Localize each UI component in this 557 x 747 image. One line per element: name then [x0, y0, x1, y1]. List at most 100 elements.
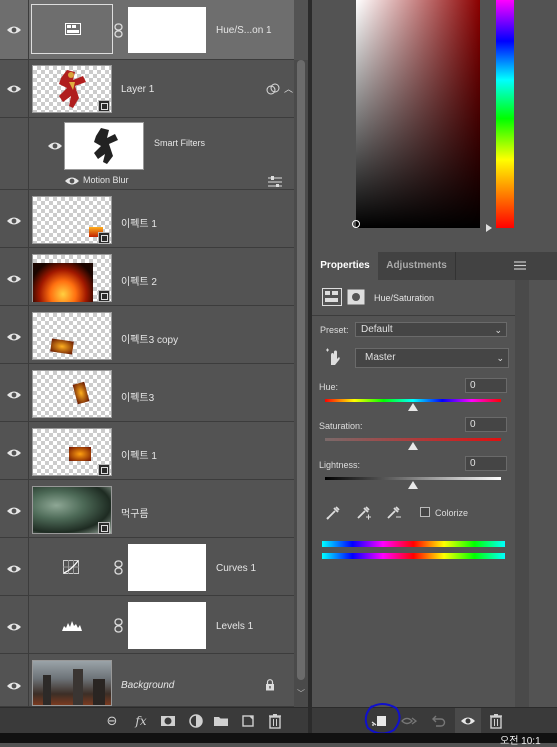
filter-name[interactable]: Motion Blur — [83, 175, 129, 185]
chain-link-icon[interactable] — [114, 560, 123, 575]
eye-icon[interactable] — [6, 389, 22, 401]
lightness-slider-knob[interactable] — [408, 481, 418, 489]
hue-slider-arrow[interactable] — [486, 224, 492, 232]
visibility-eye-icon[interactable] — [460, 713, 476, 729]
city-ruins[interactable] — [32, 660, 112, 706]
channel-select[interactable]: Master ⌄ — [355, 348, 509, 368]
eye-icon[interactable] — [6, 621, 22, 633]
new-layer-icon[interactable] — [240, 713, 256, 729]
layer-row-levels[interactable]: Levels 1 — [0, 596, 294, 654]
layer-name[interactable]: 이펙트 2 — [121, 273, 157, 288]
layer-name[interactable]: 이펙트3 — [121, 389, 154, 404]
preset-select[interactable]: Default ⌄ — [355, 322, 507, 337]
layer-name[interactable]: 이펙트3 copy — [121, 331, 178, 346]
layer-row-background[interactable]: Background — [0, 654, 294, 707]
layer-thumb[interactable] — [32, 312, 112, 360]
ironman-figure — [59, 70, 86, 108]
layer-row-smart-filters[interactable]: Smart Filters Motion Blur — [0, 118, 294, 190]
layer-name[interactable]: Layer 1 — [121, 84, 154, 95]
eye-icon[interactable] — [6, 24, 22, 36]
saturation-label: Saturation: — [319, 421, 363, 431]
layer-row-effect-1b[interactable]: 이펙트 1 — [0, 422, 294, 480]
hue-slider-knob[interactable] — [408, 403, 418, 411]
colorize-checkbox[interactable] — [420, 507, 430, 517]
eyedropper-minus-icon[interactable] — [385, 505, 403, 521]
layer-name[interactable]: Curves 1 — [216, 563, 256, 574]
eye-icon[interactable] — [64, 175, 80, 187]
layer-thumb[interactable] — [32, 370, 112, 418]
channel-value: Master — [365, 352, 396, 363]
layer-row-effect-3-copy[interactable]: 이펙트3 copy — [0, 306, 294, 364]
fx-icon[interactable]: fx — [133, 713, 149, 729]
smart-object-badge — [98, 522, 110, 534]
eye-icon[interactable] — [6, 680, 22, 692]
curves-icon — [63, 560, 79, 574]
eye-icon[interactable] — [6, 563, 22, 575]
layer-name[interactable]: Hue/S...on 1 — [216, 25, 272, 36]
layer-row-effect-2[interactable]: 이펙트 2 — [0, 248, 294, 306]
hue-track[interactable] — [325, 399, 501, 402]
saturation-input[interactable]: 0 — [465, 417, 507, 432]
layer-row-clouds[interactable]: 먹구름 — [0, 480, 294, 538]
layer-mask-thumb[interactable] — [128, 544, 206, 591]
preset-label: Preset: — [320, 325, 349, 335]
fire-shard — [50, 338, 74, 355]
scroll-down-arrow-icon[interactable]: ﹀ — [297, 688, 305, 699]
layer-name[interactable]: 먹구름 — [121, 505, 149, 520]
layer-row-layer-1[interactable]: Layer 1 ︿ — [0, 60, 294, 118]
layer-row-hue-saturation[interactable]: Hue/S...on 1 — [0, 0, 294, 60]
smart-filters-label[interactable]: Smart Filters — [154, 138, 205, 148]
saturation-value-field[interactable] — [352, 0, 480, 228]
eyedropper-icon[interactable] — [325, 505, 341, 521]
panel-menu-icon[interactable] — [514, 261, 526, 270]
layer-row-effect-1[interactable]: 이펙트 1 — [0, 190, 294, 248]
eyedropper-plus-icon[interactable] — [355, 505, 373, 521]
saturation-slider-knob[interactable] — [408, 442, 418, 450]
eye-icon[interactable] — [6, 331, 22, 343]
eye-icon[interactable] — [6, 447, 22, 459]
properties-scrollbar[interactable] — [515, 280, 529, 707]
layers-scrollbar[interactable]: ﹀ — [294, 60, 308, 707]
chain-link-icon[interactable] — [114, 618, 123, 633]
lightness-track[interactable] — [325, 477, 501, 480]
properties-toolbar — [312, 707, 557, 734]
smart-object-badge — [98, 464, 110, 476]
color-picker-marker[interactable] — [352, 220, 360, 228]
layer-name[interactable]: 이펙트 1 — [121, 447, 157, 462]
hue-slider[interactable] — [496, 0, 514, 228]
targeted-adjustment-hand-icon[interactable] — [325, 347, 341, 367]
tab-adjustments[interactable]: Adjustments — [378, 252, 456, 280]
eye-icon[interactable] — [6, 215, 22, 227]
hue-input[interactable]: 0 — [465, 378, 507, 393]
link-layers-icon[interactable]: ⊖ — [104, 713, 120, 729]
layer-name[interactable]: 이펙트 1 — [121, 215, 157, 230]
eye-icon[interactable] — [6, 505, 22, 517]
trash-icon[interactable] — [267, 713, 283, 729]
eye-icon[interactable] — [47, 140, 63, 152]
adjustment-thumb[interactable] — [31, 4, 113, 54]
trash-icon[interactable] — [488, 713, 504, 729]
layer-row-effect-3[interactable]: 이펙트3 — [0, 364, 294, 422]
taskbar: 오전 10:1 — [0, 733, 557, 747]
reset-icon[interactable] — [430, 713, 446, 729]
scrollbar-thumb[interactable] — [297, 60, 305, 680]
collapse-arrow-icon[interactable]: ︿ — [284, 82, 293, 95]
layer-row-curves[interactable]: Curves 1 — [0, 538, 294, 596]
eye-icon[interactable] — [6, 83, 22, 95]
layer-mask-thumb[interactable] — [128, 7, 206, 53]
mask-icon[interactable] — [347, 289, 365, 305]
chain-link-icon[interactable] — [114, 23, 123, 38]
colorize-label[interactable]: Colorize — [435, 508, 468, 518]
folder-icon[interactable] — [213, 713, 229, 729]
lightness-input[interactable]: 0 — [465, 456, 507, 471]
adjustment-layer-icon[interactable] — [188, 713, 204, 729]
eye-icon[interactable] — [6, 273, 22, 285]
tab-properties[interactable]: Properties — [312, 252, 378, 280]
layer-name[interactable]: Background — [121, 680, 174, 691]
layer-mask-thumb[interactable] — [128, 602, 206, 649]
add-mask-icon[interactable] — [160, 713, 176, 729]
smart-filter-mask-thumb[interactable] — [64, 122, 144, 170]
layer-name[interactable]: Levels 1 — [216, 621, 253, 632]
filter-blending-options-icon[interactable] — [268, 176, 282, 187]
saturation-track[interactable] — [325, 438, 501, 441]
